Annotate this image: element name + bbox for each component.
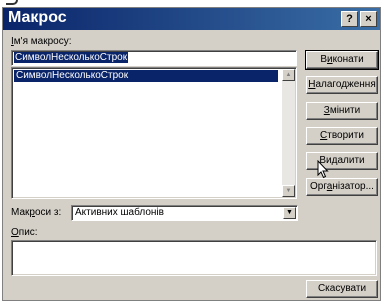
description-box[interactable] [11,240,377,276]
macros-in-label: Макроси з: [11,207,62,218]
organizer-button[interactable]: Організатор... [306,178,378,196]
run-button[interactable]: Виконати [305,50,379,70]
help-button[interactable]: ? [341,11,358,27]
macros-in-value: Активних шаблонів [75,207,164,218]
create-button[interactable]: Створити [306,127,378,145]
macro-name-input[interactable]: СимволНесколькоСтрок [11,50,297,66]
macro-name-label: Ім'я макросу: [11,36,72,47]
macros-in-select[interactable]: Активних шаблонів ▼ [71,205,298,221]
scroll-down-icon[interactable]: ▼ [282,185,295,197]
step-into-button[interactable]: Налагодження [306,76,378,94]
window-title: Макрос [8,9,67,26]
chevron-down-icon[interactable]: ▼ [283,207,296,219]
macros-dialog: Макрос ? × Ім'я макросу: СимволНесколько… [2,7,381,301]
list-item[interactable]: СимволНесколькоСтрок [14,70,278,82]
list-scrollbar[interactable]: ▲ ▼ [282,69,295,197]
close-button[interactable]: × [360,11,377,27]
edit-button[interactable]: Змінити [306,102,378,120]
background-strip [0,0,383,7]
scroll-up-icon[interactable]: ▲ [282,69,295,81]
macro-list[interactable]: СимволНесколькоСтрок ▲ ▼ [11,67,297,199]
decorative-stroke [6,0,18,5]
mouse-pointer-icon [317,160,329,179]
description-label: Опис: [11,227,38,238]
cancel-button[interactable]: Скасувати [306,280,378,298]
title-bar: Макрос ? × [3,8,380,30]
